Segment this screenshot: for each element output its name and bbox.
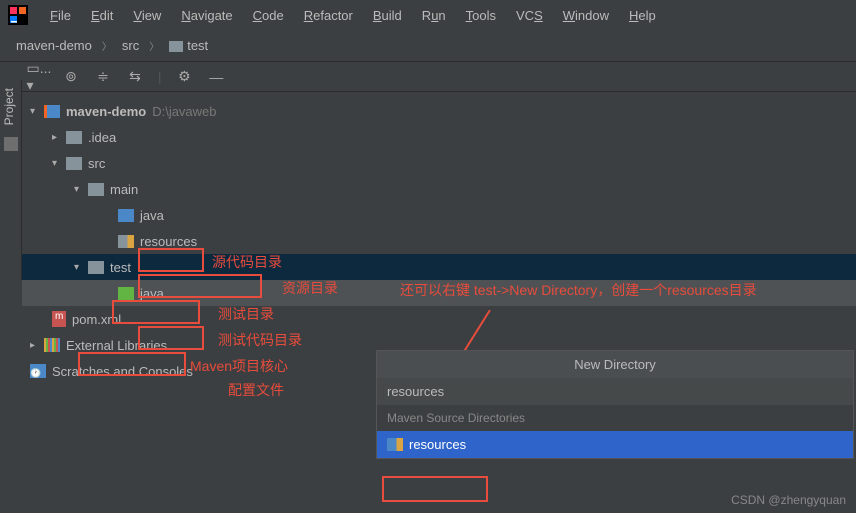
dialog-title: New Directory	[377, 351, 853, 378]
target-button[interactable]: ⊚	[62, 68, 80, 86]
project-toolbar: ▭... ▾ ⊚ ≑ ⇆ | ⚙ —	[22, 62, 856, 92]
folder-icon	[66, 157, 82, 170]
directory-name-input[interactable]	[387, 384, 843, 399]
maven-file-icon	[52, 311, 66, 327]
menu-file[interactable]: File	[40, 4, 81, 27]
breadcrumb: maven-demo 〉 src 〉 test	[0, 30, 856, 62]
folder-icon	[169, 41, 183, 52]
tree-test-java[interactable]: java	[22, 280, 856, 306]
tree-pom[interactable]: pom.xml	[22, 306, 856, 332]
chevron-down-icon: ▾	[52, 158, 64, 169]
tree-idea[interactable]: ▸.idea	[22, 124, 856, 150]
tree-resources[interactable]: resources	[22, 228, 856, 254]
new-directory-dialog: New Directory Maven Source Directories r…	[376, 350, 854, 459]
tree-test[interactable]: ▾test	[22, 254, 856, 280]
tree-main[interactable]: ▾main	[22, 176, 856, 202]
module-icon	[44, 105, 60, 118]
breadcrumb-sep: 〉	[149, 38, 159, 53]
menu-run[interactable]: Run	[412, 4, 456, 27]
resource-folder-icon	[118, 235, 134, 248]
menu-tools[interactable]: Tools	[456, 4, 506, 27]
folder-icon	[88, 183, 104, 196]
menu-build[interactable]: Build	[363, 4, 412, 27]
scratch-icon	[30, 364, 46, 378]
source-folder-icon	[118, 209, 134, 222]
menubar: File Edit View Navigate Code Refactor Bu…	[0, 0, 856, 30]
intellij-logo-icon	[8, 5, 28, 25]
menu-help[interactable]: Help	[619, 4, 666, 27]
chevron-down-icon: ▾	[74, 262, 86, 273]
menu-edit[interactable]: Edit	[81, 4, 123, 27]
menu-view[interactable]: View	[123, 4, 171, 27]
dialog-input-wrapper	[377, 378, 853, 405]
folder-icon	[88, 261, 104, 274]
settings-button[interactable]: ⚙	[175, 68, 193, 86]
breadcrumb-test[interactable]: test	[163, 36, 214, 55]
suggestion-resources[interactable]: resources	[377, 431, 853, 458]
menu-refactor[interactable]: Refactor	[294, 4, 363, 27]
tree-src[interactable]: ▾src	[22, 150, 856, 176]
watermark: CSDN @zhengyquan	[731, 493, 846, 507]
project-tool-tab[interactable]: Project	[0, 80, 22, 280]
project-tab-label: Project	[0, 80, 18, 133]
tree-root[interactable]: ▾maven-demoD:\javaweb	[22, 98, 856, 124]
file-icon	[4, 137, 18, 151]
breadcrumb-sep: 〉	[102, 38, 112, 53]
breadcrumb-project[interactable]: maven-demo	[10, 36, 98, 55]
menu-code[interactable]: Code	[243, 4, 294, 27]
chevron-down-icon: ▾	[30, 106, 42, 117]
suggestion-section-label: Maven Source Directories	[377, 405, 853, 431]
chevron-right-icon: ▸	[52, 132, 64, 143]
view-mode-button[interactable]: ▭... ▾	[30, 68, 48, 86]
hide-button[interactable]: —	[207, 68, 225, 86]
folder-icon	[66, 131, 82, 144]
menu-navigate[interactable]: Navigate	[171, 4, 242, 27]
resource-folder-icon	[387, 438, 403, 451]
library-icon	[44, 338, 60, 352]
expand-button[interactable]: ≑	[94, 68, 112, 86]
menu-window[interactable]: Window	[553, 4, 619, 27]
project-tree: ▾maven-demoD:\javaweb ▸.idea ▾src ▾main …	[22, 92, 856, 390]
chevron-down-icon: ▾	[74, 184, 86, 195]
tree-java[interactable]: java	[22, 202, 856, 228]
breadcrumb-src[interactable]: src	[116, 36, 145, 55]
collapse-button[interactable]: ⇆	[126, 68, 144, 86]
annotation-box	[382, 476, 488, 502]
chevron-right-icon: ▸	[30, 340, 42, 351]
test-folder-icon	[118, 287, 134, 300]
menu-vcs[interactable]: VCS	[506, 4, 553, 27]
